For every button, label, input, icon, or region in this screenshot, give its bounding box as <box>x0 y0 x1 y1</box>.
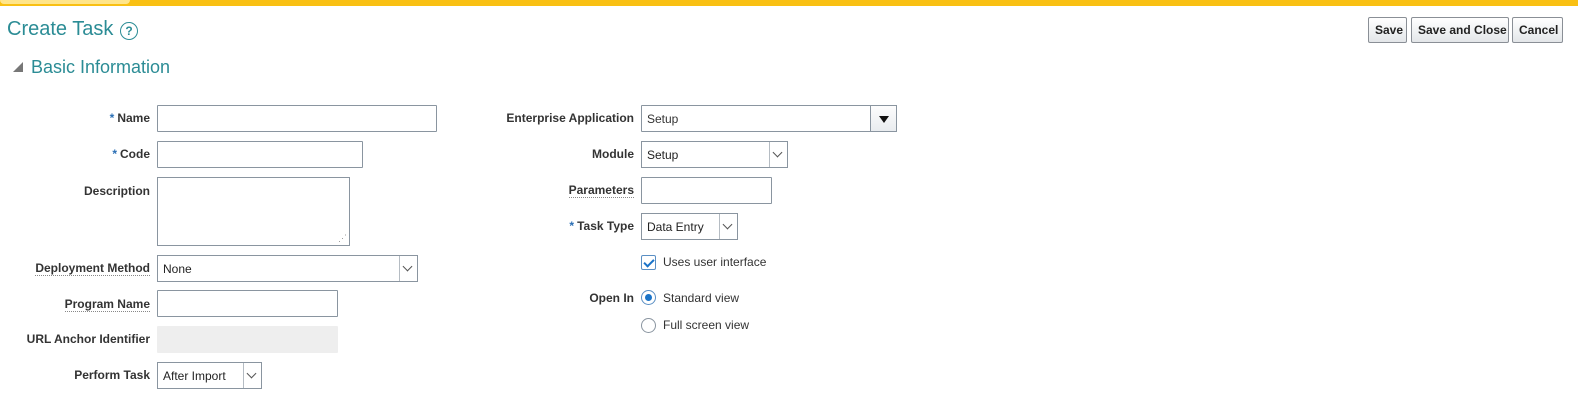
parameters-input[interactable] <box>641 177 772 204</box>
perform-task-label: Perform Task <box>74 368 150 382</box>
collapse-triangle-icon[interactable] <box>13 62 23 72</box>
brand-bar <box>0 0 1578 6</box>
name-input[interactable] <box>157 105 437 132</box>
module-select[interactable]: Setup <box>641 141 788 168</box>
task-type-label: * Task Type <box>569 219 634 233</box>
code-input[interactable] <box>157 141 363 168</box>
full-screen-view-label: Full screen view <box>663 318 750 332</box>
uses-user-interface-checkbox[interactable] <box>641 255 656 270</box>
required-indicator: * <box>109 111 115 125</box>
save-and-close-button[interactable]: Save and Close <box>1411 17 1509 43</box>
chevron-down-icon <box>243 363 261 388</box>
enterprise-application-label: Enterprise Application <box>506 111 634 125</box>
open-in-label: Open In <box>589 291 634 305</box>
chevron-down-icon <box>399 256 417 281</box>
description-textarea[interactable]: ⋰ <box>157 177 350 246</box>
enterprise-application-input[interactable]: Setup <box>641 105 871 132</box>
standard-view-radio[interactable] <box>641 290 656 305</box>
perform-task-select[interactable]: After Import <box>157 362 262 389</box>
resize-grip-icon[interactable]: ⋰ <box>338 233 347 244</box>
page-title: Create Task <box>7 18 114 40</box>
name-label: * Name <box>109 111 150 125</box>
full-screen-view-radio[interactable] <box>641 318 656 333</box>
deployment-method-label: Deployment Method <box>35 261 150 276</box>
dropdown-triangle-icon[interactable] <box>870 105 897 132</box>
description-label: Description <box>83 184 150 198</box>
checkmark-icon <box>643 256 655 268</box>
uses-user-interface-label: Uses user interface <box>663 255 767 269</box>
url-anchor-input <box>157 326 338 353</box>
url-anchor-label: URL Anchor Identifier <box>26 332 150 346</box>
help-icon[interactable]: ? <box>120 22 138 40</box>
chevron-down-icon <box>769 142 787 167</box>
parameters-label: Parameters <box>568 183 634 198</box>
standard-view-label: Standard view <box>663 291 740 305</box>
section-title: Basic Information <box>31 57 171 77</box>
code-label: * Code <box>112 147 150 161</box>
brand-bar-accent <box>0 0 130 4</box>
program-name-label: Program Name <box>64 297 150 312</box>
program-name-input[interactable] <box>157 290 338 317</box>
module-label: Module <box>592 147 634 161</box>
deployment-method-select[interactable]: None <box>157 255 418 282</box>
chevron-down-icon <box>719 214 737 239</box>
cancel-button[interactable]: Cancel <box>1512 17 1563 43</box>
save-button[interactable]: Save <box>1368 17 1407 43</box>
required-indicator: * <box>569 219 575 233</box>
required-indicator: * <box>112 147 117 161</box>
task-type-select[interactable]: Data Entry <box>641 213 738 240</box>
